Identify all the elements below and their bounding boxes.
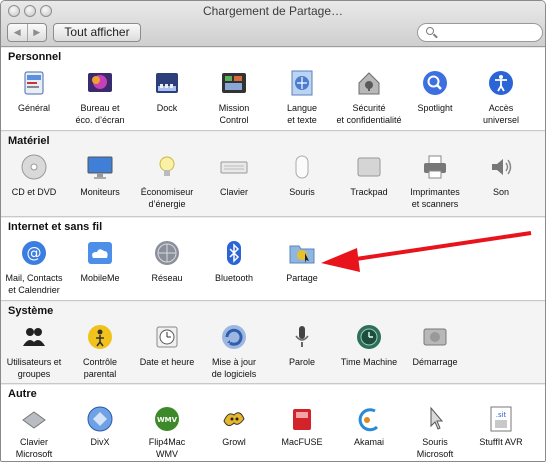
universal-access-icon <box>487 69 515 97</box>
wmv-text: WMV <box>157 416 178 424</box>
displays-icon <box>86 153 114 181</box>
keyboard-icon <box>220 153 248 181</box>
macfuse-icon <box>288 405 316 433</box>
section-title: Autre <box>8 388 37 400</box>
microsoft-keyboard-icon <box>20 405 48 433</box>
time-machine-icon <box>355 323 383 351</box>
flip4mac-wmv-icon: WMV <box>153 405 181 433</box>
search-icon <box>426 27 434 35</box>
bluetooth-icon <box>220 239 248 267</box>
date-time-clock-icon <box>153 323 181 351</box>
mobileme-cloud-icon <box>86 239 114 267</box>
pref-label: Son <box>492 187 509 197</box>
software-update-icon <box>220 323 248 351</box>
back-arrow-icon[interactable]: ◀ <box>8 24 27 41</box>
trackpad-icon <box>355 153 383 181</box>
akamai-icon <box>355 405 383 433</box>
mouse-icon <box>288 153 316 181</box>
back-forward-control: ◀ ▶ <box>7 23 47 42</box>
toolbar: Chargement de Partage… ◀ ▶ Tout afficher <box>1 1 545 47</box>
network-globe-icon <box>153 239 181 267</box>
section-internet-sans-fil: Internet et sans fil @ Mail, Contacts et… <box>1 218 545 301</box>
sit-text: .sit <box>496 411 507 419</box>
mission-control-icon <box>220 69 248 97</box>
desktop-screensaver-icon <box>86 69 114 97</box>
window-title: Chargement de Partage… <box>202 4 344 18</box>
users-groups-icon <box>20 323 48 351</box>
pref-label: Partage <box>286 273 318 283</box>
section-materiel: Matériel CD et DVD Moniteurs Économiseur… <box>1 132 545 217</box>
growl-icon <box>220 405 248 433</box>
startup-disk-icon <box>421 323 449 351</box>
search-field[interactable] <box>417 23 543 42</box>
speaker-icon <box>487 153 515 181</box>
pref-label: Accès universel <box>482 103 520 125</box>
language-text-icon <box>288 69 316 97</box>
system-preferences-window: Chargement de Partage… ◀ ▶ Tout afficher… <box>0 0 546 462</box>
sharing-folder-icon <box>288 239 316 267</box>
section-systeme: Système Utilisateurs et groupes Contrôle… <box>1 302 545 384</box>
section-title: Internet et sans fil <box>8 221 103 233</box>
section-title: Matériel <box>8 135 50 147</box>
divx-icon <box>86 405 114 433</box>
microsoft-mouse-icon <box>421 405 449 433</box>
parental-controls-icon <box>86 323 114 351</box>
section-title: Système <box>8 305 54 317</box>
energy-saver-bulb-icon <box>153 153 181 181</box>
forward-arrow-icon[interactable]: ▶ <box>26 24 47 41</box>
stuffit-icon: .sit <box>487 405 515 433</box>
cd-dvd-icon <box>20 153 48 181</box>
show-all-button[interactable]: Tout afficher <box>53 23 141 42</box>
printer-icon <box>421 153 449 181</box>
general-icon <box>20 69 48 97</box>
svg-text:@: @ <box>27 244 42 262</box>
section-autre: Autre Clavier Microsoft DivX WMV Flip4Ma… <box>1 385 545 461</box>
pref-label: StuffIt AVR <box>479 437 523 447</box>
microphone-icon <box>288 323 316 351</box>
security-house-icon <box>355 69 383 97</box>
spotlight-icon <box>421 69 449 97</box>
pref-label: Démarrage <box>412 357 458 367</box>
section-personnel: Personnel Général Bureau et éco. d’écran… <box>1 48 545 131</box>
mail-at-icon: @ <box>20 239 48 267</box>
section-title: Personnel <box>8 51 62 63</box>
dock-icon <box>153 69 181 97</box>
